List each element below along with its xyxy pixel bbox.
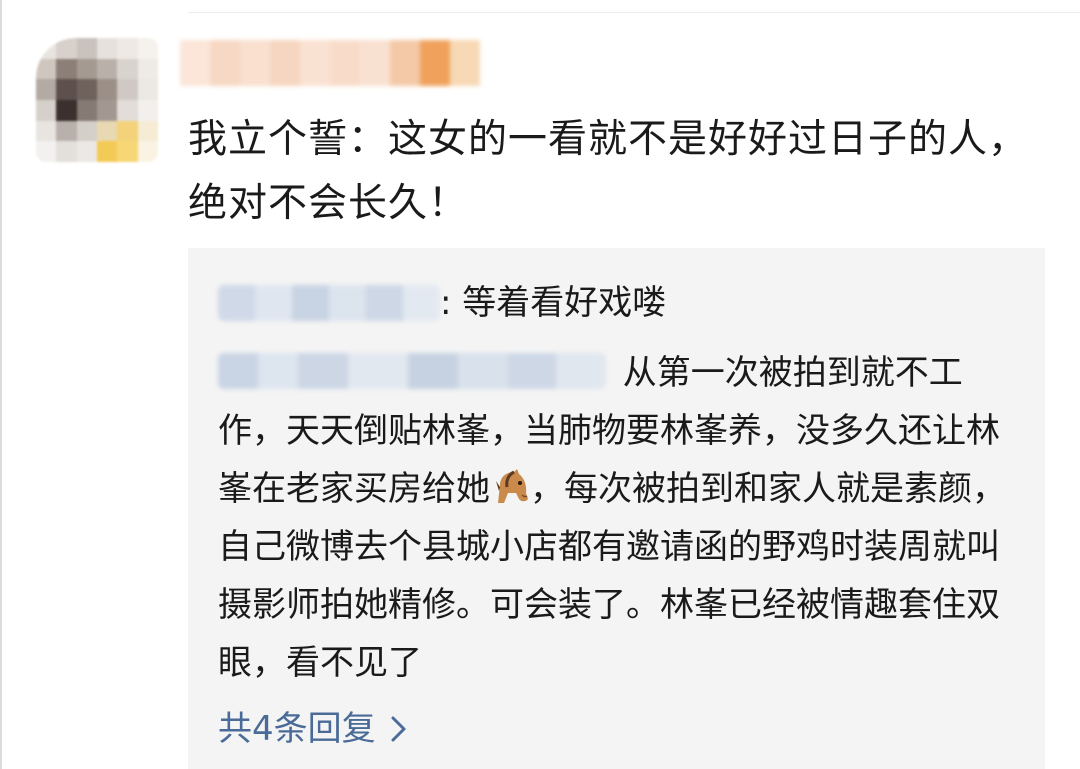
- top-divider: [188, 12, 1080, 13]
- reply-text: : 等着看好戏喽: [440, 283, 667, 323]
- chevron-right-icon: [391, 716, 406, 742]
- username-blurred[interactable]: [180, 40, 480, 86]
- comment-page: 我立个誓：这女的一看就不是好好过日子的人，绝对不会长久！ : 等着看好戏喽 从第…: [0, 0, 1080, 769]
- reply-item[interactable]: 从第一次被拍到就不工作，天天倒贴林峯，当肺物要林峯养，没多久还让林峯在老家买房给…: [218, 344, 1018, 692]
- comment-text: 我立个誓：这女的一看就不是好好过日子的人，绝对不会长久！: [188, 117, 1029, 226]
- reply-username-blurred[interactable]: [218, 285, 440, 321]
- avatar[interactable]: [36, 38, 158, 162]
- reply-preview-box[interactable]: : 等着看好戏喽 从第一次被拍到就不工作，天天倒贴林峯，当肺物要林峯养，没多久还…: [188, 248, 1045, 769]
- reply-username-blurred[interactable]: [218, 352, 606, 389]
- view-all-replies-link[interactable]: 共4条回复: [218, 704, 408, 754]
- horse-face-icon: [496, 468, 528, 503]
- more-replies-label: 共4条回复: [218, 709, 376, 749]
- left-edge-divider: [0, 0, 2, 769]
- reply-item[interactable]: : 等着看好戏喽: [218, 278, 666, 328]
